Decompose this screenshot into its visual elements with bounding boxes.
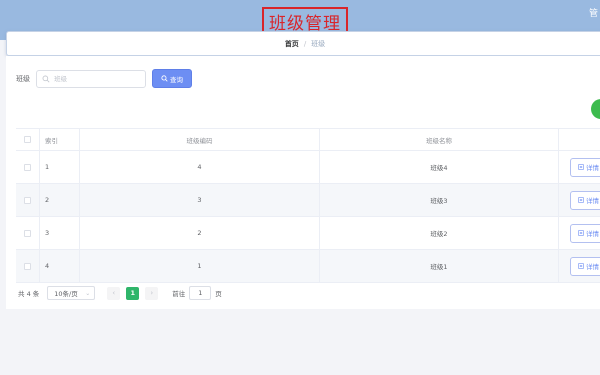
breadcrumb-current: 班级 (311, 39, 326, 48)
row-name: 班级4 (320, 151, 559, 183)
row-checkbox[interactable] (24, 196, 31, 204)
row-checkbox[interactable] (24, 163, 31, 171)
next-page-button[interactable]: › (145, 286, 159, 300)
page-number-current[interactable]: 1 (126, 286, 140, 300)
page-size-select[interactable]: 10条/页 ⌄ (47, 286, 96, 300)
select-all-checkbox[interactable] (24, 136, 31, 143)
chevron-down-icon: ⌄ (85, 290, 91, 297)
row-code: 4 (80, 151, 320, 183)
row-checkbox[interactable] (24, 262, 31, 270)
goto-label: 前往 (172, 290, 186, 298)
row-index: 2 (40, 184, 80, 216)
document-icon (578, 230, 584, 236)
breadcrumb-separator: / (303, 39, 307, 48)
table-row: 1 4 班级4 详情 (16, 151, 600, 184)
row-code: 3 (80, 184, 320, 216)
breadcrumb: 首页 / 班级 (6, 31, 600, 56)
search-label: 班级 (16, 75, 30, 83)
chevron-right-icon: › (150, 289, 154, 297)
goto-suffix: 页 (215, 290, 222, 298)
row-checkbox[interactable] (24, 229, 31, 237)
table-row: 2 3 班级3 详情 (16, 184, 600, 217)
document-icon (578, 164, 584, 170)
header-index: 索引 (40, 129, 80, 150)
goto-page-input[interactable]: 1 (189, 286, 212, 300)
detail-button[interactable]: 详情 (570, 223, 600, 243)
prev-page-button[interactable]: ‹ (107, 286, 121, 300)
breadcrumb-home[interactable]: 首页 (285, 39, 299, 49)
header-code: 班级编码 (80, 129, 320, 150)
search-button-label: 查询 (170, 75, 183, 84)
class-search-field[interactable] (36, 70, 146, 88)
table-row: 4 1 班级1 详情 (16, 250, 600, 283)
table-header-row: 索引 班级编码 班级名称 (16, 129, 600, 151)
search-icon (42, 75, 50, 83)
document-icon (578, 263, 584, 269)
user-menu-text[interactable]: 管 (589, 6, 598, 19)
document-icon (578, 197, 584, 203)
pagination: 共 4 条 10条/页 ⌄ ‹ 1 › 前往 1 页 (18, 286, 222, 300)
row-index: 4 (40, 250, 80, 282)
pagination-total: 共 4 条 (18, 290, 40, 298)
table-row: 3 2 班级2 详情 (16, 217, 600, 250)
row-name: 班级2 (320, 217, 559, 249)
class-search-input[interactable] (54, 75, 144, 83)
detail-button[interactable]: 详情 (570, 190, 600, 210)
row-name: 班级3 (320, 184, 559, 216)
page-size-value: 10条/页 (54, 290, 78, 298)
detail-button[interactable]: 详情 (570, 256, 600, 276)
header-actions (559, 129, 600, 150)
row-index: 1 (40, 151, 80, 183)
search-button[interactable]: 查询 (152, 69, 192, 88)
row-index: 3 (40, 217, 80, 249)
row-name: 班级1 (320, 250, 559, 282)
class-table: 索引 班级编码 班级名称 1 4 班级4 详情 2 3 班级3 详情 3 2 班… (16, 128, 600, 283)
row-code: 2 (80, 217, 320, 249)
search-icon (161, 75, 168, 82)
header-name: 班级名称 (320, 129, 559, 150)
detail-button[interactable]: 详情 (570, 157, 600, 177)
row-code: 1 (80, 250, 320, 282)
chevron-left-icon: ‹ (112, 289, 116, 297)
